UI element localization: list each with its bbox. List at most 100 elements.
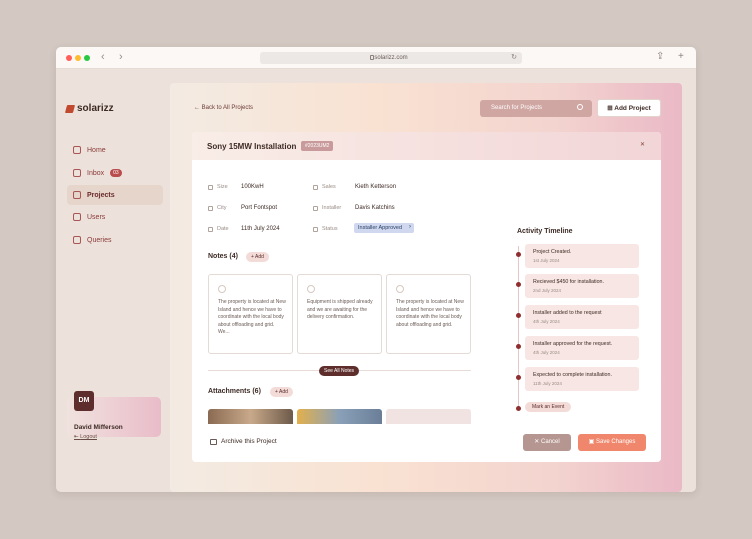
attachment-thumbnail[interactable] bbox=[208, 409, 293, 424]
address-bar[interactable]: solarizz.com ↻ bbox=[260, 52, 522, 64]
installer-field-label: Installer bbox=[313, 205, 341, 211]
search-input[interactable]: Search for Projects bbox=[480, 100, 592, 117]
activity-timeline-heading: Activity Timeline bbox=[517, 228, 573, 235]
timeline-dot bbox=[516, 252, 521, 257]
timeline-dot bbox=[516, 375, 521, 380]
note-card[interactable]: The property is located at New Island an… bbox=[208, 274, 293, 354]
info-icon bbox=[396, 285, 404, 293]
event-date: 4th July 2024 bbox=[533, 350, 560, 355]
date-field-label: Date bbox=[208, 226, 229, 232]
browser-window: ‹ › solarizz.com ↻ ⇪ + solarizz Home Inb… bbox=[56, 47, 696, 492]
lock-icon bbox=[370, 55, 374, 60]
project-title: Sony 15MW Installation bbox=[207, 142, 297, 151]
attachment-placeholder[interactable] bbox=[386, 409, 471, 424]
timeline-dot bbox=[516, 313, 521, 318]
event-date: 4th July 2024 bbox=[533, 319, 560, 324]
sidebar-item-projects[interactable]: Projects bbox=[67, 185, 163, 205]
chat-icon bbox=[73, 236, 81, 244]
timeline-dot bbox=[516, 282, 521, 287]
share-icon[interactable]: ⇪ bbox=[656, 51, 664, 62]
sidebar-item-home[interactable]: Home bbox=[67, 140, 163, 160]
see-all-notes-button[interactable]: See All Notes bbox=[319, 366, 360, 376]
new-tab-icon[interactable]: + bbox=[678, 51, 684, 62]
project-header: Sony 15MW Installation #2023UM2 ✕ bbox=[192, 132, 661, 160]
timeline-event: Installer added to the request 4th July 2… bbox=[525, 305, 639, 329]
logout-label: Logout bbox=[80, 434, 97, 440]
save-label: Save Changes bbox=[595, 439, 636, 445]
timeline-dot bbox=[516, 344, 521, 349]
sales-value: Kieth Ketterson bbox=[355, 184, 397, 190]
sidebar-item-label: Queries bbox=[87, 236, 112, 244]
save-changes-button[interactable]: ▣ Save Changes bbox=[578, 434, 646, 451]
user-icon bbox=[313, 205, 318, 211]
timeline-line bbox=[518, 246, 519, 406]
status-field-label: Status bbox=[313, 226, 338, 232]
event-date: 1st July 2024 bbox=[533, 258, 560, 263]
id-card-icon bbox=[313, 184, 318, 190]
note-card[interactable]: The property is located at New Island an… bbox=[386, 274, 471, 354]
city-field-label: City bbox=[208, 205, 226, 211]
archive-icon bbox=[210, 438, 217, 445]
attachment-thumbnail[interactable] bbox=[297, 409, 382, 424]
event-text: Expected to complete installation. bbox=[533, 372, 612, 378]
archive-label: Archive this Project bbox=[221, 438, 277, 445]
note-text: The property is located at New Island an… bbox=[218, 299, 286, 335]
chevron-right-icon: › bbox=[409, 224, 412, 230]
status-value: Installer Approved bbox=[358, 225, 403, 231]
brand-name: solarizz bbox=[77, 103, 114, 114]
close-icon[interactable]: ✕ bbox=[637, 140, 648, 151]
timeline-event: Project Created. 1st July 2024 bbox=[525, 244, 639, 268]
sales-field-label: Sales bbox=[313, 184, 336, 190]
sidebar-item-queries[interactable]: Queries bbox=[67, 230, 163, 250]
inbox-count-badge: 03 bbox=[110, 169, 122, 177]
back-link[interactable]: ← Back to All Projects bbox=[194, 105, 253, 111]
browser-toolbar: ‹ › solarizz.com ↻ ⇪ + bbox=[56, 47, 696, 69]
back-arrow-icon[interactable]: ‹ bbox=[101, 51, 105, 63]
avatar[interactable]: DM bbox=[74, 391, 94, 411]
user-name: David Mifferson bbox=[74, 424, 123, 431]
event-date: 2nd July 2024 bbox=[533, 288, 562, 293]
event-text: Installer added to the request bbox=[533, 310, 602, 316]
close-window-button[interactable] bbox=[66, 55, 72, 61]
note-card[interactable]: Equipment is shipped already and we are … bbox=[297, 274, 382, 354]
timeline-event: Recieved $450 for installation. 2nd July … bbox=[525, 274, 639, 298]
add-project-button[interactable]: ⊞ Add Project bbox=[597, 99, 661, 117]
logout-link[interactable]: ⇤ Logout bbox=[74, 434, 97, 440]
notes-heading: Notes (4) bbox=[208, 253, 238, 260]
label-text: Sales bbox=[322, 184, 336, 190]
timeline-event: Expected to complete installation. 11th J… bbox=[525, 367, 639, 391]
reload-icon[interactable]: ↻ bbox=[511, 52, 517, 64]
bolt-icon bbox=[208, 184, 213, 190]
sidebar-item-label: Projects bbox=[87, 191, 115, 199]
forward-arrow-icon[interactable]: › bbox=[119, 51, 123, 63]
add-attachment-button[interactable]: + Add bbox=[270, 387, 293, 397]
status-dropdown[interactable]: Installer Approved › bbox=[354, 223, 415, 233]
sidebar-item-label: Home bbox=[87, 146, 106, 154]
back-label: Back to All Projects bbox=[201, 105, 254, 111]
maximize-window-button[interactable] bbox=[84, 55, 90, 61]
info-icon bbox=[218, 285, 226, 293]
info-icon bbox=[307, 285, 315, 293]
project-id-badge: #2023UM2 bbox=[301, 141, 334, 151]
event-date: 11th July 2024 bbox=[533, 381, 562, 386]
event-text: Recieved $450 for installation. bbox=[533, 279, 604, 285]
cancel-button[interactable]: ✕ Cancel bbox=[523, 434, 571, 451]
sidebar-item-users[interactable]: Users bbox=[67, 207, 163, 227]
status-icon bbox=[313, 226, 318, 232]
label-text: Date bbox=[217, 226, 229, 232]
timeline-dot bbox=[516, 406, 521, 411]
add-project-label: Add Project bbox=[614, 105, 651, 112]
cancel-label: Cancel bbox=[541, 439, 560, 445]
add-note-button[interactable]: + Add bbox=[246, 252, 269, 262]
mark-event-button[interactable]: Mark an Event bbox=[525, 402, 572, 412]
minimize-window-button[interactable] bbox=[75, 55, 81, 61]
sidebar-item-inbox[interactable]: Inbox 03 bbox=[67, 163, 163, 183]
inbox-icon bbox=[73, 169, 81, 177]
folder-icon bbox=[73, 191, 81, 199]
city-value: Port Fontspot bbox=[241, 205, 278, 211]
archive-project-button[interactable]: Archive this Project bbox=[210, 438, 277, 445]
brand-logo[interactable]: solarizz bbox=[64, 103, 114, 114]
location-icon bbox=[208, 205, 213, 211]
note-text: The property is located at New Island an… bbox=[396, 299, 464, 328]
calendar-icon bbox=[208, 226, 213, 232]
